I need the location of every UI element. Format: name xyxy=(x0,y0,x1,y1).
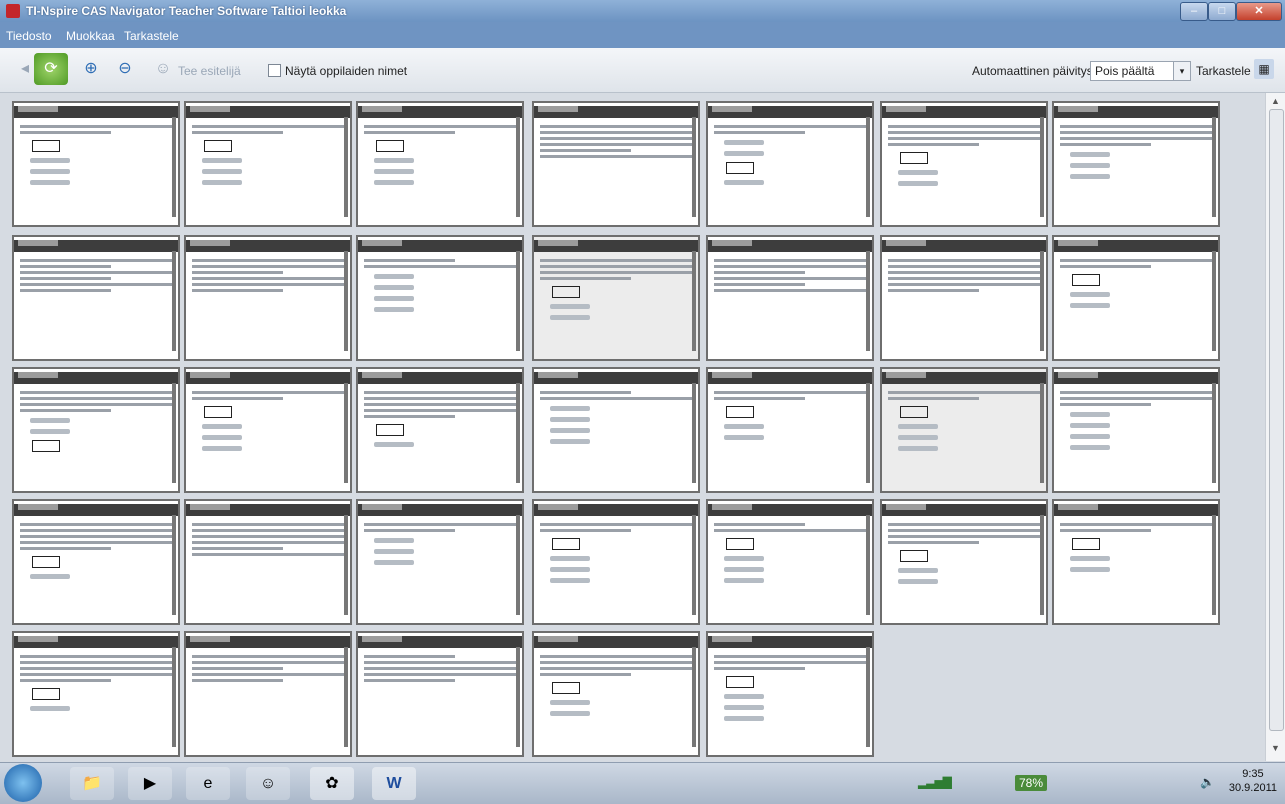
toolbar: ◂ ⟳ ⊕ ⊖ ☺ Tee esitelijä Näytä oppilaiden… xyxy=(0,48,1285,93)
student-screen-thumbnail[interactable] xyxy=(880,367,1048,493)
chat-icon[interactable]: ☺ xyxy=(246,767,290,800)
scroll-down-icon[interactable]: ▼ xyxy=(1271,743,1280,753)
student-screen-thumbnail[interactable] xyxy=(880,499,1048,625)
clock[interactable]: 9:35 30.9.2011 xyxy=(1229,767,1277,795)
scrollbar-thumb[interactable] xyxy=(1269,109,1284,731)
student-screen-thumbnail[interactable] xyxy=(184,101,352,227)
student-screen-thumbnail[interactable] xyxy=(12,101,180,227)
window-title: TI-Nspire CAS Navigator Teacher Software… xyxy=(26,4,347,18)
student-screen-thumbnail[interactable] xyxy=(706,235,874,361)
view-label: Tarkastele xyxy=(1196,64,1251,78)
refresh-icon[interactable]: ⟳ xyxy=(34,53,68,85)
media-player-icon[interactable]: ▶ xyxy=(128,767,172,800)
student-screen-thumbnail[interactable] xyxy=(356,235,524,361)
app-icon xyxy=(6,4,20,18)
student-screen-thumbnail[interactable] xyxy=(532,631,700,757)
student-screen-thumbnail[interactable] xyxy=(532,499,700,625)
student-screen-thumbnail[interactable] xyxy=(184,235,352,361)
student-screen-thumbnail[interactable] xyxy=(706,101,874,227)
explorer-icon[interactable]: 📁 xyxy=(70,767,114,800)
menu-edit[interactable]: Muokkaa xyxy=(66,29,115,43)
start-button[interactable] xyxy=(4,764,42,802)
user-icon[interactable]: ☺ xyxy=(150,56,176,82)
student-screen-thumbnail[interactable] xyxy=(12,235,180,361)
clock-date: 30.9.2011 xyxy=(1228,782,1277,794)
student-screens-grid xyxy=(0,93,1265,761)
menu-bar: Tiedosto Muokkaa Tarkastele xyxy=(0,22,1285,48)
student-screen-thumbnail[interactable] xyxy=(356,631,524,757)
student-screen-thumbnail[interactable] xyxy=(1052,235,1220,361)
auto-update-select[interactable]: Pois päältä ▾ xyxy=(1090,61,1191,81)
student-screen-thumbnail[interactable] xyxy=(184,499,352,625)
student-screen-thumbnail[interactable] xyxy=(532,367,700,493)
network-signal-icon[interactable]: ▂▃▅▇ xyxy=(918,775,952,789)
student-screen-thumbnail[interactable] xyxy=(184,631,352,757)
auto-update-label: Automaattinen päivitys xyxy=(972,64,1093,78)
student-screen-thumbnail[interactable] xyxy=(706,367,874,493)
student-screen-thumbnail[interactable] xyxy=(12,631,180,757)
student-screen-thumbnail[interactable] xyxy=(12,367,180,493)
show-names-checkbox[interactable] xyxy=(268,64,281,77)
maximize-button[interactable]: □ xyxy=(1208,2,1236,21)
chevron-down-icon[interactable]: ▾ xyxy=(1173,61,1191,81)
student-screen-thumbnail[interactable] xyxy=(356,499,524,625)
show-presenter-button[interactable]: Tee esitelijä xyxy=(178,64,241,78)
student-screen-thumbnail[interactable] xyxy=(880,235,1048,361)
student-screen-thumbnail[interactable] xyxy=(1052,499,1220,625)
close-button[interactable]: ✕ xyxy=(1236,2,1282,21)
student-screen-thumbnail[interactable] xyxy=(1052,367,1220,493)
view-icon[interactable]: ▦ xyxy=(1254,59,1274,79)
menu-view[interactable]: Tarkastele xyxy=(124,29,179,43)
show-names-label: Näytä oppilaiden nimet xyxy=(285,64,408,78)
title-bar: TI-Nspire CAS Navigator Teacher Software… xyxy=(0,0,1285,22)
word-icon[interactable]: W xyxy=(372,767,416,800)
student-screen-thumbnail[interactable] xyxy=(532,235,700,361)
student-screen-thumbnail[interactable] xyxy=(880,101,1048,227)
battery-status[interactable]: 78% xyxy=(1015,775,1048,791)
nspire-icon[interactable]: ✿ xyxy=(310,767,354,800)
zoom-out-icon[interactable]: ⊖ xyxy=(112,56,138,82)
minimize-button[interactable]: – xyxy=(1180,2,1208,21)
student-screen-thumbnail[interactable] xyxy=(356,367,524,493)
student-screen-thumbnail[interactable] xyxy=(184,367,352,493)
browser-icon[interactable]: e xyxy=(186,767,230,800)
zoom-in-icon[interactable]: ⊕ xyxy=(78,56,104,82)
taskbar: 📁 ▶ e ☺ ✿ W 78% ▂▃▅▇ 🔈 9:35 30.9.2011 xyxy=(0,762,1285,804)
scroll-up-icon[interactable]: ▲ xyxy=(1271,96,1280,106)
clock-time: 9:35 xyxy=(1242,768,1264,780)
student-screen-thumbnail[interactable] xyxy=(706,631,874,757)
student-screen-thumbnail[interactable] xyxy=(706,499,874,625)
student-screen-thumbnail[interactable] xyxy=(12,499,180,625)
vertical-scrollbar[interactable]: ▲ ▼ xyxy=(1265,93,1285,761)
student-screen-thumbnail[interactable] xyxy=(356,101,524,227)
auto-update-value: Pois päältä xyxy=(1095,64,1155,78)
volume-icon[interactable]: 🔈 xyxy=(1200,775,1215,789)
student-screen-thumbnail[interactable] xyxy=(532,101,700,227)
menu-file[interactable]: Tiedosto xyxy=(6,29,52,43)
student-screen-thumbnail[interactable] xyxy=(1052,101,1220,227)
